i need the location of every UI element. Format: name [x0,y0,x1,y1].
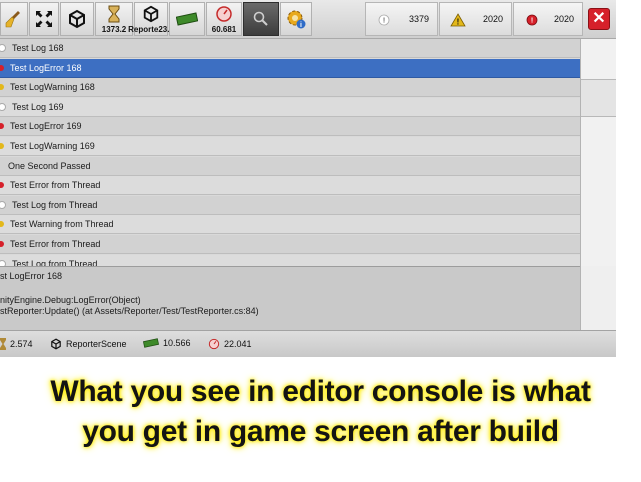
caption-line: you get in game screen after build [82,415,559,448]
log-row[interactable]: Test Log from Thread [0,254,580,266]
error-icon [0,64,4,71]
log-row-text: One Second Passed [8,160,91,171]
search-button[interactable] [243,2,279,36]
status-scene: ReporterScene [50,338,127,350]
unity-logo-icon [51,338,61,350]
log-row[interactable]: One Second Passed [0,156,580,176]
log-row[interactable]: Test LogError 168 [0,58,580,78]
hourglass-icon [0,338,6,350]
log-row[interactable]: Test Log 168 [0,39,580,58]
collapse-arrows-icon [34,9,54,29]
caption-line: What you see in editor console is what [50,375,591,408]
log-row-text: Test LogError 169 [10,121,82,132]
log-row-text: Test Log from Thread [12,258,98,266]
log-icon [0,44,6,52]
error-icon [0,241,4,247]
collapse-button[interactable] [29,2,59,36]
log-row[interactable]: Test Warning from Thread [0,215,580,235]
log-icon [0,102,6,111]
log-row[interactable]: Test LogError 169 [0,117,580,137]
log-row-text: Test Log from Thread [12,199,98,210]
detail-stack-line: nityEngine.Debug:LogError(Object) [0,295,141,305]
status-memory: 10.566 [143,338,191,348]
svg-text:i: i [300,22,302,29]
error-count: 2020 [553,14,574,24]
warning-icon [0,84,4,91]
error-icon [0,123,4,130]
warning-count: 2020 [482,14,503,24]
scrollbar-thumb[interactable] [581,79,616,117]
gear-icon: i [285,9,307,29]
log-list-scrollbar[interactable] [580,39,616,266]
log-row-text: Test Error from Thread [10,239,101,249]
close-button[interactable]: ✕ [588,8,610,30]
log-row-text: Test Error from Thread [10,180,101,191]
log-filter-toggle[interactable]: ! 3379 [365,2,438,36]
stack-trace-scrollbar[interactable] [580,266,616,330]
clear-button[interactable] [0,2,28,36]
log-list: Test Log 168 Test LogError 168 Test LogWar… [0,39,580,266]
log-row-text: Test LogWarning 169 [10,141,95,151]
log-count: 3379 [408,14,429,24]
warning-icon [0,221,4,228]
memory-chip-icon [176,9,198,29]
gauge-icon [215,4,233,24]
memory-value: 60.681 [211,25,237,34]
settings-button[interactable]: i [280,2,312,36]
log-row-text: Test LogError 168 [10,62,82,73]
caption: What you see in editor console is what y… [0,372,641,452]
toolbar: 1373.2 Reporte23.0 60.681 i ! 3379 ! 202… [0,0,616,39]
reporter-console: 1373.2 Reporte23.0 60.681 i ! 3379 ! 202… [0,0,616,357]
status-fps: 22.041 [208,338,252,350]
scene-value: Reporte23.0 [128,25,174,34]
error-filter-toggle[interactable]: ! 2020 [513,2,583,36]
warning-icon: ! [450,12,466,28]
status-memory-value: 10.566 [163,338,191,348]
log-row[interactable]: Test LogWarning 169 [0,137,580,156]
close-icon: ✕ [592,10,606,27]
log-row[interactable]: Test Error from Thread [0,235,580,254]
log-row[interactable]: Test Error from Thread [0,176,580,196]
log-row[interactable]: Test LogWarning 168 [0,78,580,98]
svg-text:!: ! [383,18,385,25]
log-row-text: Test LogWarning 168 [10,82,95,93]
memory-chip-icon [143,338,159,348]
status-fps-value: 22.041 [224,339,252,349]
detail-message: st LogError 168 [0,271,63,281]
log-row-text: Test Log 169 [12,101,64,112]
warning-filter-toggle[interactable]: ! 2020 [439,2,512,36]
error-icon: ! [524,12,540,28]
log-row[interactable]: Test Log from Thread [0,195,580,215]
search-icon [252,9,270,29]
scene-button[interactable]: Reporte23.0 [128,2,174,36]
log-row-text: Test Warning from Thread [10,219,114,230]
detail-stack-line: stReporter:Update() (at Assets/Reporter/… [0,306,259,316]
svg-text:!: ! [531,18,533,25]
time-value: 1373.2 [101,25,127,34]
warning-icon [0,143,4,149]
log-info-icon: ! [376,12,392,28]
fps-button[interactable]: 60.681 [206,2,242,36]
broom-icon [4,9,24,29]
unity-logo-icon [142,4,160,24]
status-scene-value: ReporterScene [66,339,127,349]
log-icon [0,200,6,209]
status-time: 2.574 [0,338,33,350]
unity-logo-icon [67,9,87,29]
status-time-value: 2.574 [10,339,33,349]
status-bar: 2.574 ReporterScene 10.566 22.041 [0,330,616,357]
memory-button[interactable] [169,2,205,36]
log-row[interactable]: Test Log 169 [0,97,580,117]
error-icon [0,182,4,189]
hourglass-icon [107,4,121,24]
unity-toggle-button[interactable] [60,2,94,36]
log-row-text: Test Log 168 [12,43,64,53]
svg-text:!: ! [457,18,460,27]
gauge-icon [208,338,220,350]
stack-trace-panel: st LogError 168 nityEngine.Debug:LogErro… [0,266,580,330]
